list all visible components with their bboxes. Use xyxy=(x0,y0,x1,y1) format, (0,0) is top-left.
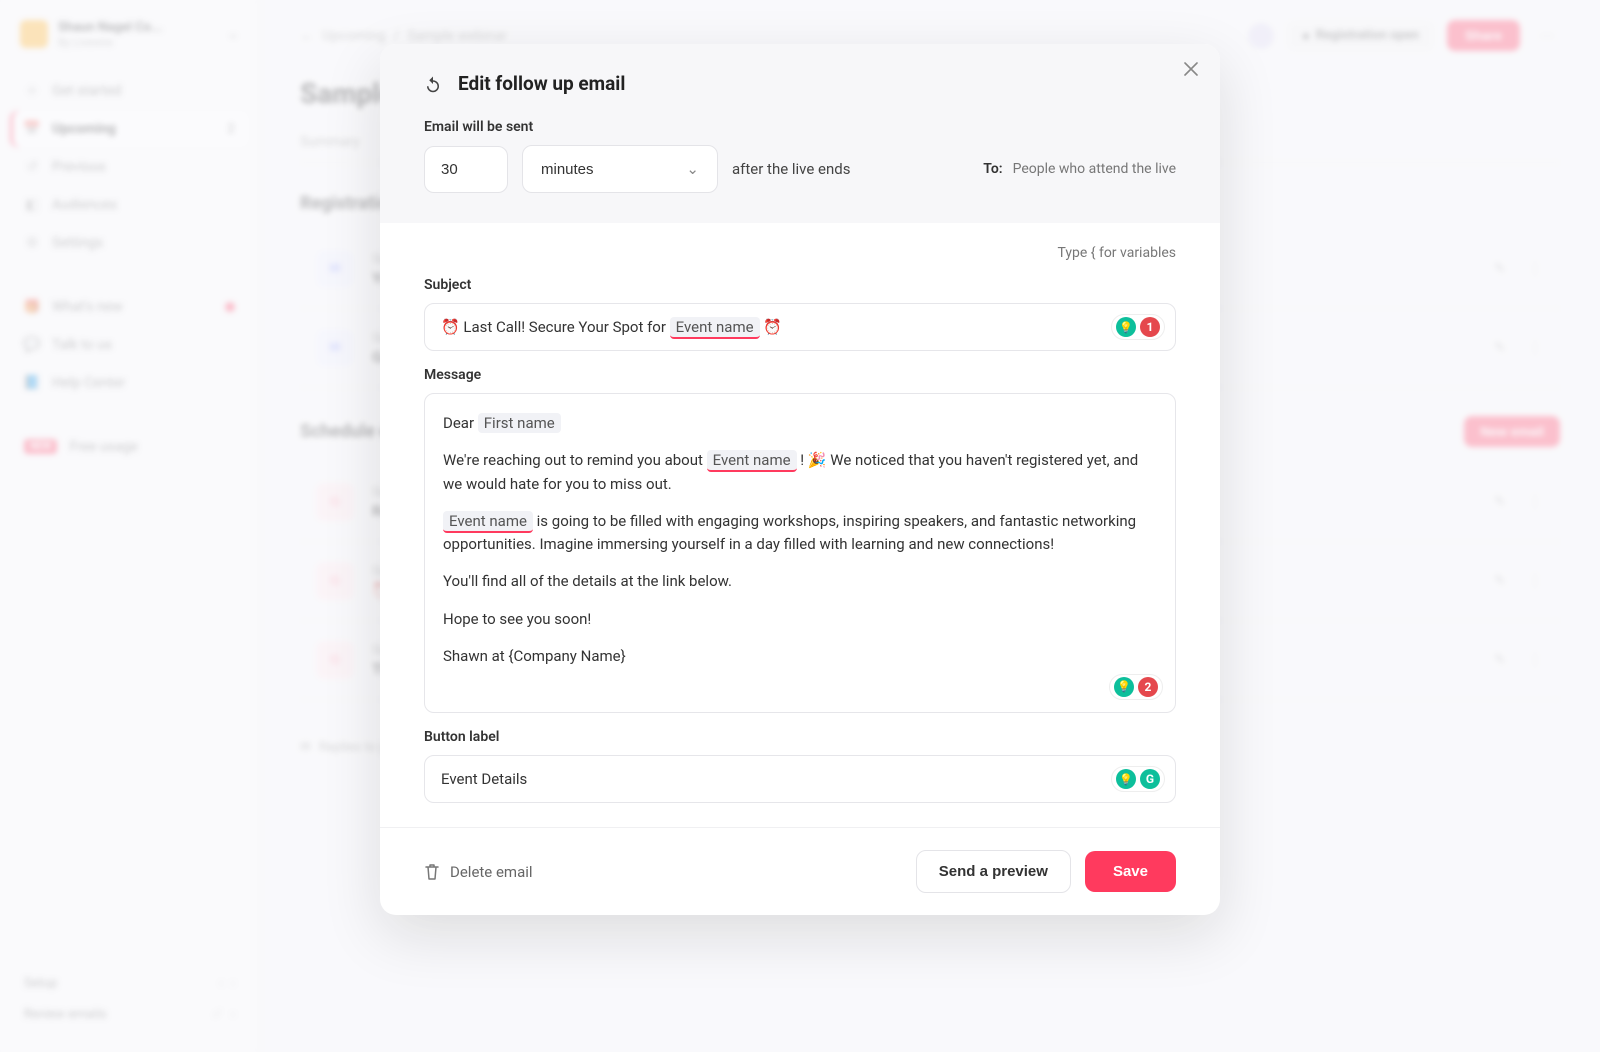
after-text: after the live ends xyxy=(732,160,850,178)
issue-count: 2 xyxy=(1138,677,1158,697)
variable-event-name[interactable]: Event name xyxy=(707,450,797,472)
close-button[interactable] xyxy=(1184,62,1198,76)
bulb-icon: 💡 xyxy=(1116,769,1136,789)
schedule-label: Email will be sent xyxy=(424,119,1176,135)
subject-text-prefix: ⏰ Last Call! Secure Your Spot for xyxy=(441,318,670,336)
message-editor[interactable]: Dear First name We're reaching out to re… xyxy=(424,393,1176,713)
bulb-icon: 💡 xyxy=(1116,317,1136,337)
message-label: Message xyxy=(424,367,1176,383)
variable-event-name[interactable]: Event name xyxy=(670,317,760,339)
grammarly-badge[interactable]: 💡 G xyxy=(1111,766,1165,792)
delay-unit-label: minutes xyxy=(541,161,594,178)
button-label-input[interactable]: Event Details 💡 G xyxy=(424,755,1176,803)
save-button[interactable]: Save xyxy=(1085,851,1176,892)
delay-unit-select[interactable]: minutes ⌄ xyxy=(522,145,718,193)
delete-email-button[interactable]: Delete email xyxy=(424,863,533,881)
issue-count: 1 xyxy=(1140,317,1160,337)
grammarly-badge[interactable]: 💡 1 xyxy=(1111,314,1165,340)
delay-value-input[interactable] xyxy=(424,146,508,193)
grammarly-badge[interactable]: 💡 2 xyxy=(1109,674,1163,700)
bulb-icon: 💡 xyxy=(1114,677,1134,697)
chevron-down-icon: ⌄ xyxy=(686,160,699,178)
edit-email-modal: Edit follow up email Email will be sent … xyxy=(380,44,1220,915)
subject-label: Subject xyxy=(424,277,1176,293)
modal-footer: Delete email Send a preview Save xyxy=(380,827,1220,915)
variable-hint: Type { for variables xyxy=(424,245,1176,261)
to-value: People who attend the live xyxy=(1013,161,1176,177)
send-preview-button[interactable]: Send a preview xyxy=(916,850,1071,893)
grammarly-ok-icon: G xyxy=(1140,769,1160,789)
subject-input[interactable]: ⏰ Last Call! Secure Your Spot for Event … xyxy=(424,303,1176,351)
undo-icon[interactable] xyxy=(424,75,442,93)
schedule-row: minutes ⌄ after the live ends To: People… xyxy=(424,145,1176,193)
variable-first-name[interactable]: First name xyxy=(478,413,561,433)
trash-icon xyxy=(424,863,440,881)
close-icon xyxy=(1184,62,1198,76)
subject-text-suffix: ⏰ xyxy=(760,318,782,336)
modal-overlay: Edit follow up email Email will be sent … xyxy=(0,0,1600,1052)
modal-body: Type { for variables Subject ⏰ Last Call… xyxy=(380,223,1220,827)
button-label-label: Button label xyxy=(424,729,1176,745)
variable-event-name[interactable]: Event name xyxy=(443,511,533,533)
modal-header: Edit follow up email Email will be sent … xyxy=(380,44,1220,223)
modal-title: Edit follow up email xyxy=(458,72,625,95)
to-label: To: xyxy=(983,161,1002,177)
